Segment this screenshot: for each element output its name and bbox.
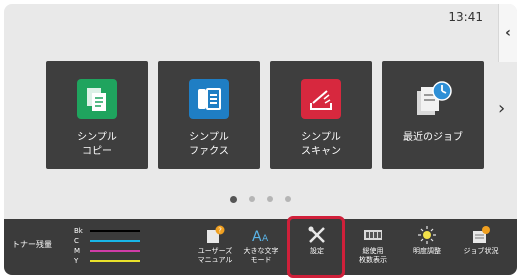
total-count-button[interactable]: 総使用 枚数表示	[350, 225, 396, 273]
copy-icon	[77, 79, 117, 119]
tile-label: シンプル スキャン	[301, 132, 341, 157]
brightness-button[interactable]: 明度調整	[404, 225, 450, 273]
toner-row-c: C	[74, 237, 140, 245]
toner-bar-magenta	[90, 250, 140, 252]
toner-letter: C	[74, 237, 79, 245]
page-dot[interactable]	[267, 196, 273, 202]
large-text-mode-button[interactable]: A A 大きな文字 モード	[238, 225, 284, 273]
toner-letter: M	[74, 247, 81, 255]
toner-bar-black	[90, 230, 140, 232]
button-label: 総使用 枚数表示	[359, 247, 387, 264]
tile-recent-jobs[interactable]: 最近のジョブ	[382, 61, 484, 169]
tile-simple-copy[interactable]: シンプル コピー	[46, 61, 148, 169]
button-label: ユーザーズ マニュアル	[197, 247, 233, 264]
recent-jobs-icon	[413, 79, 453, 119]
brightness-icon	[417, 225, 437, 245]
toner-letter: Y	[74, 257, 79, 265]
home-tiles: シンプル コピー シンプル ファクス シンプル スキャン 最近のジョブ	[46, 61, 484, 169]
user-manual-button[interactable]: ? ユーザーズ マニュアル	[192, 225, 238, 273]
tile-label: シンプル ファクス	[189, 132, 229, 157]
toner-row-y: Y	[74, 257, 140, 265]
counter-icon	[363, 225, 383, 245]
manual-icon: ?	[205, 225, 225, 245]
button-label: 大きな文字 モード	[243, 247, 279, 264]
clock: 13:41	[448, 10, 483, 24]
fax-icon	[189, 79, 229, 119]
settings-highlight	[287, 216, 345, 278]
large-text-icon: A A	[251, 225, 271, 245]
page-dot-active[interactable]	[230, 196, 237, 203]
toner-label: トナー残量	[12, 240, 52, 249]
button-label: ジョブ状況	[463, 247, 499, 255]
tile-label: 最近のジョブ	[403, 132, 463, 143]
toner-bar-yellow	[90, 260, 140, 262]
page-dot[interactable]	[249, 196, 255, 202]
svg-text:?: ?	[218, 227, 222, 235]
svg-text:A: A	[252, 229, 262, 245]
printer-panel: 13:41 ‹ シンプル コピー シンプル ファクス シンプル スキャン 最近の…	[0, 0, 521, 279]
page-dot[interactable]	[285, 196, 291, 202]
button-label: 明度調整	[413, 247, 441, 255]
page-indicator	[4, 196, 517, 203]
tile-simple-scan[interactable]: シンプル スキャン	[270, 61, 372, 169]
job-status-button[interactable]: ジョブ状況	[458, 225, 504, 273]
toner-row-m: M	[74, 247, 140, 255]
chevron-left-icon: ‹	[505, 25, 511, 41]
bottom-bar: トナー残量 Bk C M Y ? ユーザーズ マニュアル A A 大きな文字 モ…	[4, 219, 517, 275]
next-page-button[interactable]: ›	[498, 98, 505, 119]
tile-label: シンプル コピー	[77, 132, 117, 157]
toner-bar-cyan	[90, 240, 140, 242]
job-status-icon	[471, 225, 491, 245]
scan-icon	[301, 79, 341, 119]
side-panel-tab[interactable]: ‹	[498, 4, 517, 62]
toner-letter: Bk	[74, 227, 83, 235]
toner-row-bk: Bk	[74, 227, 140, 235]
home-screen: 13:41 ‹ シンプル コピー シンプル ファクス シンプル スキャン 最近の…	[4, 4, 517, 275]
tile-simple-fax[interactable]: シンプル ファクス	[158, 61, 260, 169]
chevron-right-icon: ›	[498, 98, 506, 119]
svg-text:A: A	[262, 234, 269, 244]
